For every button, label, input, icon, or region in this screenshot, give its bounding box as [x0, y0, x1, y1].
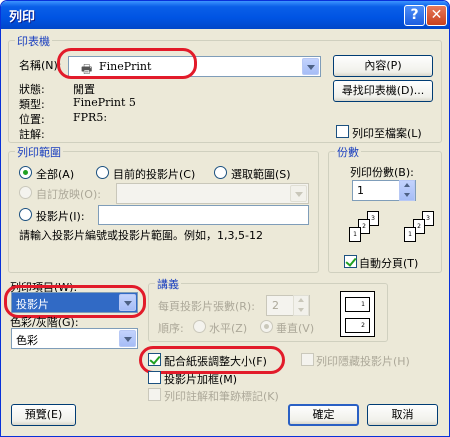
- print-hidden-label: 列印隱藏投影片(H): [316, 355, 410, 368]
- where-label: 位置:: [19, 113, 45, 126]
- preview-button[interactable]: 預覽(E): [11, 404, 76, 426]
- scale-to-fit-checkbox[interactable]: [148, 353, 161, 366]
- find-printer-button[interactable]: 尋找印表機(D)...: [333, 80, 433, 102]
- range-slides-radio[interactable]: [19, 208, 32, 221]
- frame-slides-checkbox[interactable]: [148, 371, 161, 384]
- print-to-file-checkbox[interactable]: [336, 125, 349, 138]
- properties-button[interactable]: 內容(P): [333, 55, 433, 77]
- color-combo[interactable]: 色彩: [11, 328, 138, 349]
- help-button[interactable]: ?: [404, 5, 425, 26]
- collate-checkbox[interactable]: [344, 255, 357, 268]
- where-value: FPR5:: [73, 111, 108, 124]
- order-horizontal-label: 水平(Z): [209, 322, 248, 335]
- printer-icon: 🖶: [81, 62, 93, 76]
- per-page-label: 每頁投影片張數(R):: [158, 300, 255, 313]
- thumbnail-slide-1: 1: [345, 297, 370, 312]
- comment-label: 註解:: [19, 128, 45, 141]
- range-hint: 請輸入投影片編號或投影片範圍。例如，1,3,5-12: [19, 229, 263, 242]
- color-value: 色彩: [16, 334, 38, 347]
- chevron-down-icon[interactable]: [302, 58, 319, 75]
- status-value: 閒置: [73, 83, 95, 96]
- order-vertical-label: 垂直(V): [276, 322, 315, 335]
- collate-label[interactable]: 自動分頁(T): [359, 255, 418, 271]
- slides-input[interactable]: [98, 205, 309, 225]
- per-page-value: 2: [272, 299, 279, 312]
- copies-spinner[interactable]: [399, 180, 415, 201]
- handouts-title: 講義: [155, 276, 181, 292]
- copies-title: 份數: [335, 144, 361, 160]
- printer-name-value: FinePrint: [99, 60, 152, 73]
- copies-number-label: 列印份數(B):: [350, 166, 414, 179]
- cancel-button[interactable]: 取消: [367, 404, 438, 426]
- chevron-down-icon[interactable]: [119, 294, 136, 311]
- print-to-file-label[interactable]: 列印至檔案(L): [352, 125, 422, 141]
- per-page-spinner[interactable]: [293, 295, 309, 316]
- range-slides-label[interactable]: 投影片(I):: [36, 208, 85, 224]
- print-hidden-checkbox[interactable]: [301, 353, 314, 366]
- print-comments-checkbox[interactable]: [148, 388, 161, 401]
- handout-thumbnail: 1 2: [340, 291, 375, 337]
- close-button[interactable]: ✕: [426, 5, 447, 26]
- frame-slides-label[interactable]: 投影片加框(M): [164, 371, 237, 387]
- custom-show-combo[interactable]: [116, 183, 309, 204]
- scale-to-fit-label[interactable]: 配合紙張調整大小(F): [164, 353, 267, 369]
- printer-name-label: 名稱(N):: [19, 59, 62, 72]
- collate-page: 1: [349, 227, 361, 242]
- range-all-label[interactable]: 全部(A): [36, 166, 74, 182]
- thumbnail-slide-2: 2: [345, 318, 370, 333]
- range-current-radio[interactable]: [96, 166, 109, 179]
- chevron-down-icon[interactable]: [119, 330, 136, 347]
- print-dialog: 列印 ? ✕ 印表機 名稱(N): 🖶 FinePrint 內容(P) 尋找印表…: [0, 0, 450, 437]
- range-selection-radio[interactable]: [214, 166, 227, 179]
- printer-group-title: 印表機: [15, 33, 52, 49]
- print-comments-label: 列印註解和筆跡標記(K): [164, 390, 279, 403]
- print-what-value: 投影片: [16, 298, 49, 311]
- type-label: 類型:: [19, 98, 45, 111]
- print-range-title: 列印範圍: [15, 144, 63, 160]
- order-vertical-radio[interactable]: [260, 320, 273, 333]
- range-all-radio[interactable]: [19, 166, 32, 179]
- print-what-combo[interactable]: 投影片: [11, 292, 138, 313]
- status-label: 狀態:: [19, 83, 45, 96]
- copies-number-value: 1: [357, 184, 364, 197]
- ok-button[interactable]: 確定: [288, 404, 359, 426]
- range-custom-label: 自訂放映(O):: [36, 188, 101, 201]
- window-title: 列印: [9, 10, 36, 25]
- title-bar: 列印 ? ✕: [1, 1, 449, 29]
- type-value: FinePrint 5: [73, 96, 136, 109]
- chevron-down-icon[interactable]: [290, 185, 307, 202]
- order-horizontal-radio[interactable]: [193, 320, 206, 333]
- printer-name-combo[interactable]: 🖶 FinePrint: [68, 56, 321, 77]
- range-selection-label[interactable]: 選取範圍(S): [231, 166, 291, 182]
- range-current-label[interactable]: 目前的投影片(C): [113, 166, 195, 182]
- order-label: 順序:: [158, 322, 184, 335]
- range-custom-radio[interactable]: [19, 186, 32, 199]
- collate-page: 1: [404, 227, 416, 242]
